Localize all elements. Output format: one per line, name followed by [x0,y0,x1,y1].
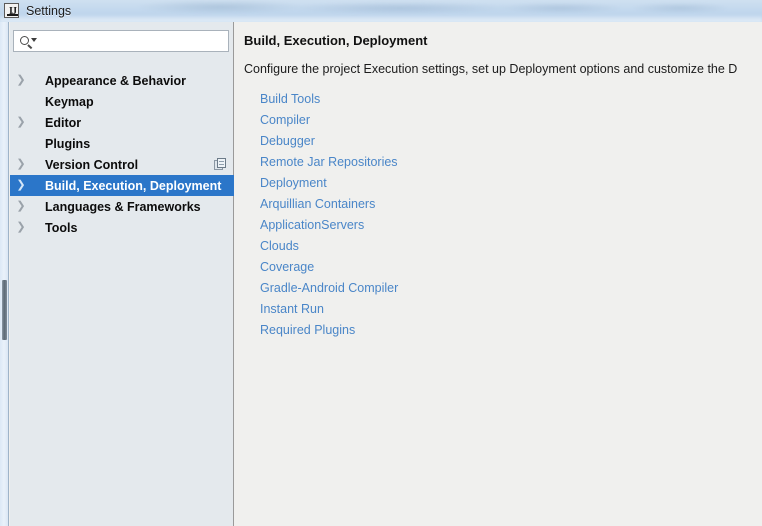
link-gradle-android-compiler[interactable]: Gradle-Android Compiler [260,278,398,299]
sidebar-item-keymap[interactable]: ❯ Keymap [10,91,234,112]
chevron-right-icon[interactable]: ❯ [10,154,32,175]
sidebar-item-label: Plugins [45,136,91,151]
sidebar-item-languages-frameworks[interactable]: ❯ Languages & Frameworks [10,196,234,217]
settings-sidebar: ❯ Appearance & Behavior ❯ Keymap ❯ Edito… [10,22,234,526]
chevron-placeholder-icon: ❯ [10,91,32,112]
link-instant-run[interactable]: Instant Run [260,299,324,320]
window-title: Settings [26,4,72,18]
sidebar-item-label: Version Control [45,157,139,172]
search-icon[interactable] [19,34,39,50]
link-application-servers[interactable]: ApplicationServers [260,215,364,236]
settings-tree: ❯ Appearance & Behavior ❯ Keymap ❯ Edito… [10,70,234,238]
copy-icon[interactable] [214,158,227,171]
search-field[interactable] [13,30,229,52]
link-compiler[interactable]: Compiler [260,110,310,131]
sidebar-item-label: Keymap [45,94,94,109]
link-debugger[interactable]: Debugger [260,131,315,152]
sidebar-item-build-execution-deployment[interactable]: ❯ Build, Execution, Deployment [10,175,234,196]
chevron-right-icon[interactable]: ❯ [10,70,32,91]
sidebar-item-label: Tools [45,220,78,235]
settings-content-panel: Build, Execution, Deployment Configure t… [235,22,762,526]
intellij-idea-logo-icon: IJ [4,3,19,18]
vertical-scrollbar[interactable] [0,22,9,526]
page-title: Build, Execution, Deployment [244,33,428,48]
chevron-right-icon[interactable]: ❯ [10,112,32,133]
sidebar-item-tools[interactable]: ❯ Tools [10,217,234,238]
sidebar-item-label: Languages & Frameworks [45,199,201,214]
link-arquillian-containers[interactable]: Arquillian Containers [260,194,375,215]
chevron-down-icon[interactable] [31,38,37,42]
sidebar-item-appearance-behavior[interactable]: ❯ Appearance & Behavior [10,70,234,91]
chevron-right-icon[interactable]: ❯ [10,217,32,238]
settings-window: IJ Settings ❯ Appearance & Behavior ❯ [0,0,762,526]
chevron-right-icon[interactable]: ❯ [10,175,32,196]
sidebar-item-label: Build, Execution, Deployment [45,178,222,193]
link-clouds[interactable]: Clouds [260,236,299,257]
window-titlebar: IJ Settings [0,0,762,22]
link-coverage[interactable]: Coverage [260,257,314,278]
sidebar-item-label: Appearance & Behavior [45,73,187,88]
sidebar-item-editor[interactable]: ❯ Editor [10,112,234,133]
settings-link-list: Build Tools Compiler Debugger Remote Jar… [260,89,720,341]
chevron-placeholder-icon: ❯ [10,133,32,154]
link-required-plugins[interactable]: Required Plugins [260,320,355,341]
search-input[interactable] [41,31,226,51]
sidebar-item-version-control[interactable]: ❯ Version Control [10,154,234,175]
sidebar-item-plugins[interactable]: ❯ Plugins [10,133,234,154]
chevron-right-icon[interactable]: ❯ [10,196,32,217]
vertical-scrollbar-thumb[interactable] [2,280,7,340]
link-build-tools[interactable]: Build Tools [260,89,320,110]
link-remote-jar-repositories[interactable]: Remote Jar Repositories [260,152,398,173]
sidebar-item-label: Editor [45,115,82,130]
page-description: Configure the project Execution settings… [244,62,738,76]
link-deployment[interactable]: Deployment [260,173,327,194]
titlebar-background-blur [0,0,762,22]
